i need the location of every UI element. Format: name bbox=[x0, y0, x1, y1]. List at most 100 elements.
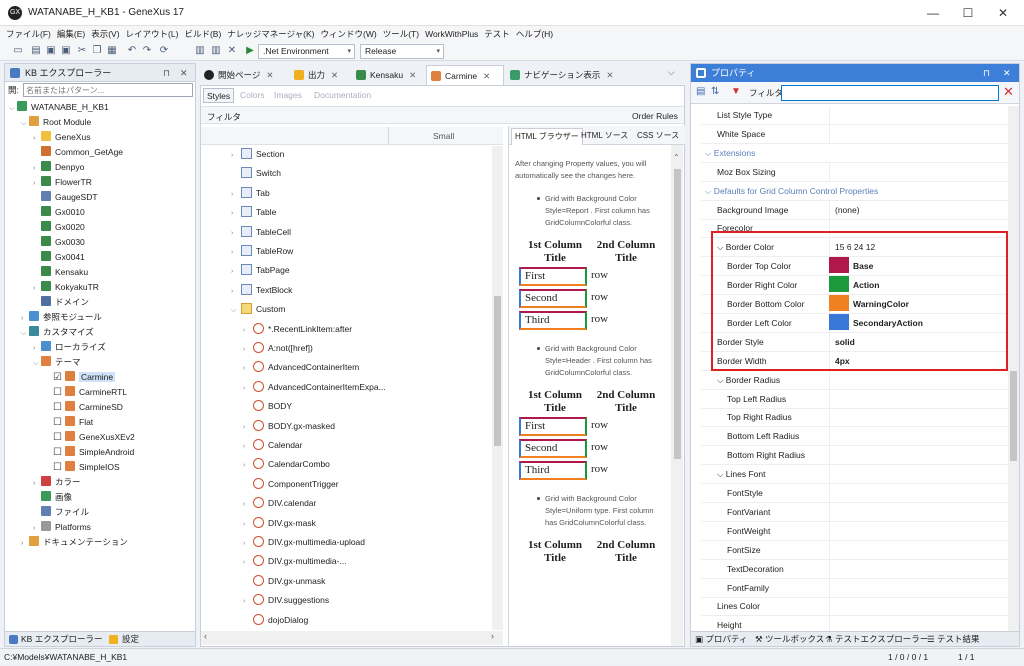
expand-toggle-icon[interactable]: › bbox=[231, 263, 241, 280]
kb-tree-item[interactable]: Gx0020 bbox=[33, 220, 85, 235]
menu-item[interactable]: レイアウト(L) bbox=[126, 26, 179, 42]
menu-item[interactable]: ツール(T) bbox=[383, 26, 419, 42]
paste-icon[interactable]: ▦ bbox=[106, 45, 118, 57]
style-item[interactable]: › TextBlock bbox=[231, 282, 292, 299]
tab-html-browser[interactable]: HTML ブラウザー bbox=[511, 128, 583, 145]
style-item[interactable]: › CalendarCombo bbox=[243, 456, 330, 473]
property-row[interactable]: Top Left Radius bbox=[701, 389, 1009, 409]
expand-toggle-icon[interactable]: › bbox=[231, 205, 241, 222]
style-item[interactable]: Switch bbox=[231, 165, 281, 182]
save-icon[interactable]: ▣ bbox=[45, 45, 57, 57]
kb-tree-item[interactable]: › カラー bbox=[33, 475, 81, 490]
style-item[interactable]: › TableCell bbox=[231, 224, 291, 241]
property-row[interactable]: FontFamily bbox=[701, 578, 1009, 598]
run-icon[interactable]: ▶ bbox=[244, 45, 256, 57]
expand-toggle-icon[interactable]: ⌵ bbox=[9, 101, 17, 116]
kb-tree-item[interactable]: ☐ CarmineSD bbox=[45, 400, 123, 415]
build-icon[interactable]: ▥ bbox=[194, 45, 206, 57]
kb-tree-item[interactable]: ☐ CarmineRTL bbox=[45, 385, 127, 400]
scroll-right-icon[interactable]: › bbox=[491, 631, 494, 641]
menu-item[interactable]: 表示(V) bbox=[91, 26, 119, 42]
expand-toggle-icon[interactable]: › bbox=[33, 131, 41, 146]
minimize-button[interactable]: — bbox=[920, 4, 946, 22]
style-item[interactable]: dojoDialog bbox=[243, 612, 308, 629]
kb-tree-item[interactable]: ☐ SimpleIOS bbox=[45, 460, 120, 475]
expand-toggle-icon[interactable]: ⌵ bbox=[21, 326, 29, 341]
rebuild-icon[interactable]: ▥ bbox=[210, 45, 222, 57]
subtab-styles[interactable]: Styles bbox=[203, 88, 235, 103]
expand-toggle-icon[interactable]: › bbox=[231, 225, 241, 242]
filter-label[interactable]: フィルタ bbox=[207, 111, 241, 123]
kb-tree-item[interactable]: › Platforms bbox=[33, 520, 91, 535]
expand-toggle-icon[interactable]: › bbox=[243, 516, 253, 533]
kb-tree-item[interactable]: Gx0030 bbox=[33, 235, 85, 250]
style-item[interactable]: › DIV.gx-mask bbox=[243, 515, 316, 532]
style-item[interactable]: › Tab bbox=[231, 185, 270, 202]
theme-checkbox[interactable]: ☐ bbox=[53, 385, 64, 400]
kb-tree-item[interactable]: ☑ Carmine bbox=[45, 370, 116, 385]
menu-item[interactable]: ナレッジマネージャ(K) bbox=[227, 26, 314, 42]
expand-toggle-icon[interactable]: › bbox=[243, 322, 253, 339]
kb-tree-item[interactable]: ファイル bbox=[33, 505, 89, 520]
undo-icon[interactable]: ↶ bbox=[126, 45, 138, 57]
style-item[interactable]: › TabPage bbox=[231, 262, 290, 279]
style-item[interactable]: › *.RecentLinkItem:after bbox=[243, 321, 352, 338]
property-row[interactable]: Moz Box Sizing bbox=[701, 162, 1009, 182]
expand-toggle-icon[interactable]: › bbox=[231, 147, 241, 164]
property-row[interactable]: FontVariant bbox=[701, 502, 1009, 522]
expand-toggle-icon[interactable]: › bbox=[243, 535, 253, 552]
expand-toggle-icon[interactable]: › bbox=[231, 244, 241, 261]
tab-output[interactable]: 出力 ✕ bbox=[290, 65, 348, 85]
expand-toggle-icon[interactable]: ⌵ bbox=[33, 356, 41, 371]
redo-icon[interactable]: ↷ bbox=[141, 45, 153, 57]
pin-icon[interactable]: ⊓ bbox=[163, 64, 170, 82]
close-panel-icon[interactable]: ✕ bbox=[180, 64, 188, 82]
menu-item[interactable]: ファイル(F) bbox=[6, 26, 51, 42]
menu-item[interactable]: ビルド(B) bbox=[184, 26, 221, 42]
styles-scrollbar-thumb[interactable] bbox=[494, 296, 501, 446]
filter-funnel-icon[interactable]: ▼ bbox=[731, 86, 741, 97]
preview-scrollbar[interactable]: ⌃ bbox=[671, 145, 683, 646]
sort-az-icon[interactable]: ⇅ bbox=[711, 86, 719, 97]
theme-checkbox[interactable]: ☐ bbox=[53, 415, 64, 430]
subtab-documentation[interactable]: Documentation bbox=[314, 88, 371, 103]
cut-icon[interactable]: ✂ bbox=[76, 45, 88, 57]
theme-checkbox[interactable]: ☐ bbox=[53, 400, 64, 415]
tab-css-source[interactable]: CSS ソース bbox=[637, 130, 679, 141]
toolbox-tab[interactable]: ⚒ ツールボックス bbox=[755, 633, 824, 645]
close-button[interactable]: ✕ bbox=[990, 4, 1016, 22]
property-row[interactable]: ⌵ Defaults for Grid Column Control Prope… bbox=[701, 182, 1009, 201]
theme-checkbox[interactable]: ☐ bbox=[53, 445, 64, 460]
kb-tree-item[interactable]: ☐ Flat bbox=[45, 415, 93, 430]
expand-toggle-icon[interactable]: › bbox=[231, 283, 241, 300]
open-icon[interactable]: ▤ bbox=[30, 45, 42, 57]
properties-pin-icon[interactable]: ⊓ bbox=[983, 64, 990, 82]
kb-tree-item[interactable]: ☐ GeneXusXEv2 bbox=[45, 430, 135, 445]
kb-tree-item[interactable]: GaugeSDT bbox=[33, 190, 98, 205]
properties-tab[interactable]: ▣ プロパティ bbox=[695, 633, 747, 645]
expand-toggle-icon[interactable]: › bbox=[243, 593, 253, 610]
style-item[interactable]: › AdvancedContainerItemExpa... bbox=[243, 379, 386, 396]
menu-item[interactable]: テスト bbox=[484, 26, 510, 42]
kb-tree-item[interactable]: ☐ SimpleAndroid bbox=[45, 445, 134, 460]
kb-tree-item[interactable]: 画像 bbox=[33, 490, 72, 505]
theme-checkbox[interactable]: ☐ bbox=[53, 430, 64, 445]
preview-scrollbar-thumb[interactable] bbox=[674, 169, 681, 459]
test-explorer-tab[interactable]: ⚗ テストエクスプローラー bbox=[825, 633, 928, 645]
style-item[interactable]: › AdvancedContainerItem bbox=[243, 359, 359, 376]
expand-toggle-icon[interactable]: › bbox=[243, 360, 253, 377]
properties-filter-input[interactable] bbox=[781, 85, 999, 101]
kb-tree-item[interactable]: ⌵ カスタマイズ bbox=[21, 325, 94, 340]
copy-icon[interactable]: ❐ bbox=[91, 45, 103, 57]
expand-toggle-icon[interactable]: ⌵ bbox=[231, 302, 241, 319]
property-row[interactable]: White Space bbox=[701, 124, 1009, 144]
settings-tab[interactable]: 設定 bbox=[122, 633, 139, 645]
expand-toggle-icon[interactable]: › bbox=[243, 554, 253, 571]
property-row[interactable]: Lines Color bbox=[701, 597, 1009, 617]
property-row[interactable]: FontStyle bbox=[701, 484, 1009, 503]
style-item[interactable]: › A:not([href]) bbox=[243, 340, 313, 357]
expand-toggle-icon[interactable]: › bbox=[243, 419, 253, 436]
style-item[interactable]: ⌵ Custom bbox=[231, 301, 285, 318]
expand-toggle-icon[interactable]: › bbox=[243, 496, 253, 513]
kb-tree-item[interactable]: Kensaku bbox=[33, 265, 88, 280]
